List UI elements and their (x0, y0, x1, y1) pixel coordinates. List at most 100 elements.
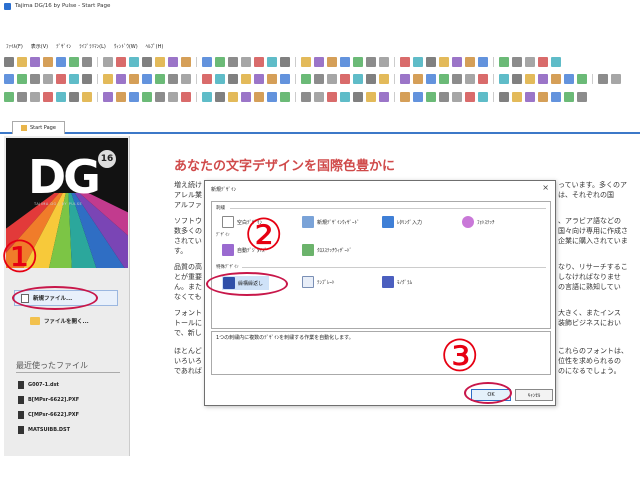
toolbar-tool-icon[interactable] (366, 92, 376, 102)
toolbar-tool-icon[interactable] (69, 92, 79, 102)
toolbar-tool-icon[interactable] (538, 74, 548, 84)
toolbar-tool-icon[interactable] (254, 92, 264, 102)
toolbar-tool-icon[interactable] (413, 92, 423, 102)
toolbar-tool-icon[interactable] (465, 92, 475, 102)
menu-item[interactable]: ｳｨﾝﾄﾞｳ(W) (114, 43, 138, 50)
toolbar-tool-icon[interactable] (280, 57, 290, 67)
toolbar-tool-icon[interactable] (82, 74, 92, 84)
toolbar-tool-icon[interactable] (43, 74, 53, 84)
toolbar-tool-icon[interactable] (280, 92, 290, 102)
menu-item[interactable]: 表示(V) (31, 43, 48, 50)
toolbar-tool-icon[interactable] (129, 74, 139, 84)
menu-item[interactable]: ﾌｧｲﾙ(F) (6, 43, 23, 50)
toolbar-tool-icon[interactable] (499, 74, 509, 84)
toolbar-tool-icon[interactable] (452, 74, 462, 84)
toolbar-tool-icon[interactable] (168, 57, 178, 67)
toolbar-tool-icon[interactable] (241, 57, 251, 67)
toolbar-tool-icon[interactable] (353, 92, 363, 102)
toolbar-tool-icon[interactable] (4, 74, 14, 84)
toolbar-tool-icon[interactable] (82, 92, 92, 102)
toolbar-tool-icon[interactable] (301, 92, 311, 102)
toolbar-tool-icon[interactable] (168, 74, 178, 84)
toolbar-tool-icon[interactable] (17, 92, 27, 102)
open-file-button[interactable]: ファイルを開く... (30, 314, 89, 328)
toolbar-tool-icon[interactable] (69, 57, 79, 67)
toolbar-tool-icon[interactable] (366, 74, 376, 84)
toolbar-tool-icon[interactable] (512, 57, 522, 67)
toolbar-tool-icon[interactable] (301, 74, 311, 84)
toolbar-tool-icon[interactable] (4, 92, 14, 102)
cancel-button[interactable]: ｷｬﾝｾﾙ (515, 389, 553, 401)
toolbar-tool-icon[interactable] (439, 57, 449, 67)
toolbar-tool-icon[interactable] (551, 57, 561, 67)
toolbar-tool-icon[interactable] (512, 74, 522, 84)
toolbar-tool-icon[interactable] (215, 57, 225, 67)
toolbar-tool-icon[interactable] (228, 92, 238, 102)
toolbar-tool-icon[interactable] (538, 92, 548, 102)
recent-file-item[interactable]: C[MPsr-6622].PXF (18, 410, 79, 420)
toolbar-tool-icon[interactable] (142, 57, 152, 67)
toolbar-tool-icon[interactable] (525, 57, 535, 67)
toolbar-tool-icon[interactable] (142, 74, 152, 84)
toolbar-tool-icon[interactable] (314, 74, 324, 84)
toolbar-tool-icon[interactable] (56, 92, 66, 102)
toolbar-tool-icon[interactable] (254, 74, 264, 84)
toolbar-tool-icon[interactable] (478, 74, 488, 84)
toolbar-tool-icon[interactable] (499, 92, 509, 102)
toolbar-tool-icon[interactable] (4, 57, 14, 67)
toolbar-tool-icon[interactable] (379, 74, 389, 84)
toolbar-tool-icon[interactable] (499, 57, 509, 67)
toolbar-tool-icon[interactable] (413, 57, 423, 67)
toolbar-tool-icon[interactable] (267, 57, 277, 67)
toolbar-tool-icon[interactable] (525, 74, 535, 84)
toolbar-tool-icon[interactable] (564, 74, 574, 84)
toolbar-tool-icon[interactable] (353, 57, 363, 67)
toolbar-tool-icon[interactable] (551, 74, 561, 84)
toolbar-tool-icon[interactable] (439, 92, 449, 102)
toolbar-tool-icon[interactable] (426, 92, 436, 102)
toolbar-tool-icon[interactable] (478, 57, 488, 67)
toolbar-tool-icon[interactable] (103, 92, 113, 102)
option-wizard[interactable]: 新規ﾃﾞｻﾞｲﾝｳｨｻﾞｰﾄﾞ (302, 216, 360, 228)
close-button[interactable]: × (542, 183, 549, 192)
toolbar-tool-icon[interactable] (400, 57, 410, 67)
recent-file-item[interactable]: G007-1.dst (18, 380, 59, 390)
toolbar-tool-icon[interactable] (168, 92, 178, 102)
toolbar-tool-icon[interactable] (267, 74, 277, 84)
toolbar-tool-icon[interactable] (478, 92, 488, 102)
toolbar-tool-icon[interactable] (181, 57, 191, 67)
toolbar-tool-icon[interactable] (228, 74, 238, 84)
toolbar-tool-icon[interactable] (116, 74, 126, 84)
toolbar-tool-icon[interactable] (17, 57, 27, 67)
toolbar-tool-icon[interactable] (267, 92, 277, 102)
option-photostitch[interactable]: ﾌｫﾄｽﾃｯﾁ (462, 216, 495, 228)
toolbar-tool-icon[interactable] (538, 57, 548, 67)
toolbar-tool-icon[interactable] (43, 57, 53, 67)
option-cross-stitch[interactable]: ｸﾛｽｽﾃｯﾁｳｨｻﾞｰﾄﾞ (302, 244, 352, 256)
toolbar-tool-icon[interactable] (215, 74, 225, 84)
toolbar-tool-icon[interactable] (512, 92, 522, 102)
toolbar-tool-icon[interactable] (353, 74, 363, 84)
toolbar-tool-icon[interactable] (241, 74, 251, 84)
toolbar-tool-icon[interactable] (611, 74, 621, 84)
toolbar-tool-icon[interactable] (465, 74, 475, 84)
toolbar-tool-icon[interactable] (103, 74, 113, 84)
toolbar-tool-icon[interactable] (30, 92, 40, 102)
toolbar-tool-icon[interactable] (30, 57, 40, 67)
toolbar-tool-icon[interactable] (340, 92, 350, 102)
toolbar-tool-icon[interactable] (43, 92, 53, 102)
toolbar-tool-icon[interactable] (413, 74, 423, 84)
toolbar-tool-icon[interactable] (525, 92, 535, 102)
toolbar-tool-icon[interactable] (155, 92, 165, 102)
toolbar-tool-icon[interactable] (426, 74, 436, 84)
recent-file-item[interactable]: MATSUIBB.DST (18, 425, 70, 435)
toolbar-tool-icon[interactable] (577, 74, 587, 84)
toolbar-tool-icon[interactable] (202, 57, 212, 67)
toolbar-tool-icon[interactable] (181, 92, 191, 102)
toolbar-tool-icon[interactable] (30, 74, 40, 84)
option-monogram[interactable]: ﾓﾉｸﾞﾗﾑ (382, 276, 412, 288)
toolbar-tool-icon[interactable] (426, 57, 436, 67)
menu-item[interactable]: ﾃﾞｻﾞｲﾝ (56, 43, 71, 50)
toolbar-tool-icon[interactable] (215, 92, 225, 102)
toolbar-tool-icon[interactable] (254, 57, 264, 67)
